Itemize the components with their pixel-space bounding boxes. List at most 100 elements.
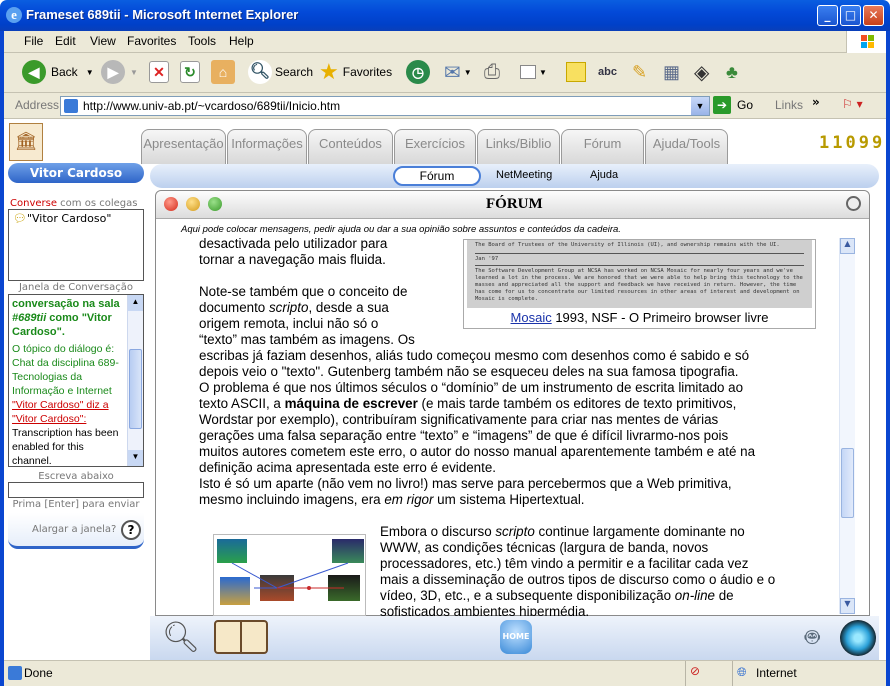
back-arrow-icon: ◀ [22, 60, 46, 84]
back-dropdown-icon[interactable]: ▼ [86, 68, 94, 77]
forum-scrollbar[interactable]: ▲ ▼ [839, 238, 855, 614]
home-button[interactable]: ⌂ [211, 53, 235, 91]
title-bar: e Frameset 689tii - Microsoft Internet E… [0, 0, 890, 31]
go-button[interactable]: ➔ Go [713, 96, 753, 114]
messenger-icon: ♣ [726, 61, 738, 82]
orb-icon[interactable] [840, 620, 876, 656]
minimize-dot-icon[interactable] [186, 197, 200, 211]
scroll-down-icon[interactable]: ▼ [128, 450, 143, 466]
chat-log-scrollbar[interactable]: ▲ ▼ [127, 295, 143, 466]
diamond-icon: ◈ [694, 61, 710, 84]
tab-conteudos[interactable]: Conteúdos [308, 129, 393, 164]
toolbar: ◀ Back ▼ ▶ ▼ ✕ ↻ ⌂ 🔍︎ Search ★ Favorites… [4, 53, 886, 93]
menu-file[interactable]: File [24, 34, 43, 48]
privacy-icon[interactable]: ⊘ [690, 664, 700, 678]
collapse-icon[interactable] [846, 196, 861, 211]
favorites-label: Favorites [342, 65, 393, 79]
minimize-button[interactable]: _ [817, 5, 838, 26]
zoom-dot-icon[interactable] [208, 197, 222, 211]
forum-window-header: FÓRUM [156, 191, 869, 219]
chat-log-message: Transcription has been enabled for this … [12, 427, 119, 467]
search-label: Search [275, 65, 314, 79]
subnav-ajuda[interactable]: Ajuda [590, 169, 618, 181]
address-dropdown-icon[interactable]: ▼ [691, 97, 709, 115]
magnifier-icon[interactable]: 🔍︎ [162, 620, 200, 655]
participants-list[interactable]: 💬︎"Vitor Cardoso" [8, 209, 144, 281]
research-icon: ▦ [663, 61, 681, 82]
status-divider-2 [732, 661, 733, 686]
history-icon: ◷ [406, 60, 430, 84]
stop-button[interactable]: ✕ [149, 53, 169, 91]
help-icon[interactable]: ? [121, 520, 141, 540]
tab-exercicios[interactable]: Exercícios [394, 129, 476, 164]
security-icon[interactable]: ⚐ ▾ [842, 97, 863, 111]
status-text: Done [24, 666, 53, 680]
book-icon[interactable] [214, 620, 268, 654]
highlight-button[interactable]: ✎ [632, 53, 647, 91]
forum-scroll-up-icon[interactable]: ▲ [840, 238, 855, 254]
forum-content: The Board of Trustees of the University … [156, 236, 846, 616]
menu-help[interactable]: Help [229, 34, 254, 48]
robot-icon[interactable]: 🤖︎ [805, 620, 819, 655]
maximize-button[interactable]: □ [840, 5, 861, 26]
back-button[interactable]: ◀ Back ▼ [22, 53, 102, 91]
print-button[interactable]: ⎙ [484, 53, 500, 91]
chevron-right-icon[interactable]: » [812, 95, 820, 109]
chat-log-thumb[interactable] [129, 349, 142, 429]
chat-input[interactable] [8, 482, 144, 498]
close-dot-icon[interactable] [164, 197, 178, 211]
window-title: Frameset 689tii - Microsoft Internet Exp… [26, 7, 299, 22]
navigate-button[interactable]: ◈ [694, 53, 709, 91]
star-icon: ★ [319, 59, 339, 84]
search-button[interactable]: 🔍︎ Search [248, 53, 313, 91]
address-input[interactable]: http://www.univ-ab.pt/~vcardoso/689tii/I… [60, 96, 710, 116]
menu-edit[interactable]: Edit [55, 34, 76, 48]
tab-informacoes[interactable]: Informações [227, 129, 307, 164]
menu-favorites[interactable]: Favorites [127, 34, 176, 48]
links-button[interactable]: Links [775, 98, 803, 112]
paragraph-concept: Note-se também que o conceito de documen… [199, 284, 756, 507]
school-logo-icon: 🏛︎ [9, 123, 43, 161]
participant-item[interactable]: 💬︎"Vitor Cardoso" [9, 210, 143, 227]
stop-icon: ✕ [149, 61, 169, 83]
edit-icon [520, 65, 536, 79]
address-label: Address [15, 98, 60, 112]
search-icon: 🔍︎ [248, 60, 272, 84]
bottom-bar: 🔍︎ HOME 🤖︎ [150, 616, 879, 660]
write-label: Escreva abaixo [38, 471, 114, 482]
mail-button[interactable]: ✉ ▼ [444, 53, 472, 91]
edit-button[interactable]: ▼ [520, 53, 547, 91]
chat-log[interactable]: conversação na sala #689tii como "Vitor … [8, 294, 144, 467]
menu-view[interactable]: View [90, 34, 116, 48]
tab-apresentacao[interactable]: Apresentação [141, 129, 226, 164]
forward-dropdown-icon[interactable]: ▼ [130, 68, 138, 77]
forum-scroll-thumb[interactable] [841, 448, 854, 518]
tab-forum[interactable]: Fórum [561, 129, 644, 164]
subnav-forum[interactable]: Fórum [393, 166, 481, 186]
forum-scroll-down-icon[interactable]: ▼ [840, 598, 855, 614]
mail-icon: ✉ [444, 61, 461, 84]
zone-label: Internet [756, 666, 797, 680]
spellcheck-icon: abc [598, 66, 617, 78]
ie-icon: e [6, 7, 22, 23]
menu-tools[interactable]: Tools [188, 34, 216, 48]
scroll-up-icon[interactable]: ▲ [128, 295, 143, 311]
enlarge-link[interactable]: Alargar a janela? [32, 524, 116, 535]
enter-hint: Prima [Enter] para enviar [12, 499, 140, 510]
research-button[interactable]: ▦ [663, 53, 680, 91]
subnav-netmeeting[interactable]: NetMeeting [496, 169, 552, 181]
refresh-button[interactable]: ↻ [180, 53, 200, 91]
edit-dropdown-icon[interactable]: ▼ [539, 68, 547, 77]
messenger-button[interactable]: ♣ [726, 53, 738, 91]
tab-ajuda-tools[interactable]: Ajuda/Tools [645, 129, 728, 164]
status-bar: Done ⊘ 🌐︎ Internet [4, 660, 886, 686]
tab-links-biblio[interactable]: Links/Biblio [477, 129, 560, 164]
favorites-button[interactable]: ★ Favorites [319, 53, 392, 91]
close-button[interactable]: ✕ [863, 5, 884, 26]
mail-dropdown-icon[interactable]: ▼ [464, 68, 472, 77]
forward-button[interactable]: ▶ ▼ [101, 53, 141, 91]
note-button[interactable] [566, 53, 586, 91]
history-button[interactable]: ◷ [406, 53, 430, 91]
home-icon[interactable]: HOME [500, 620, 532, 654]
spellcheck-button[interactable]: abc [598, 53, 617, 91]
